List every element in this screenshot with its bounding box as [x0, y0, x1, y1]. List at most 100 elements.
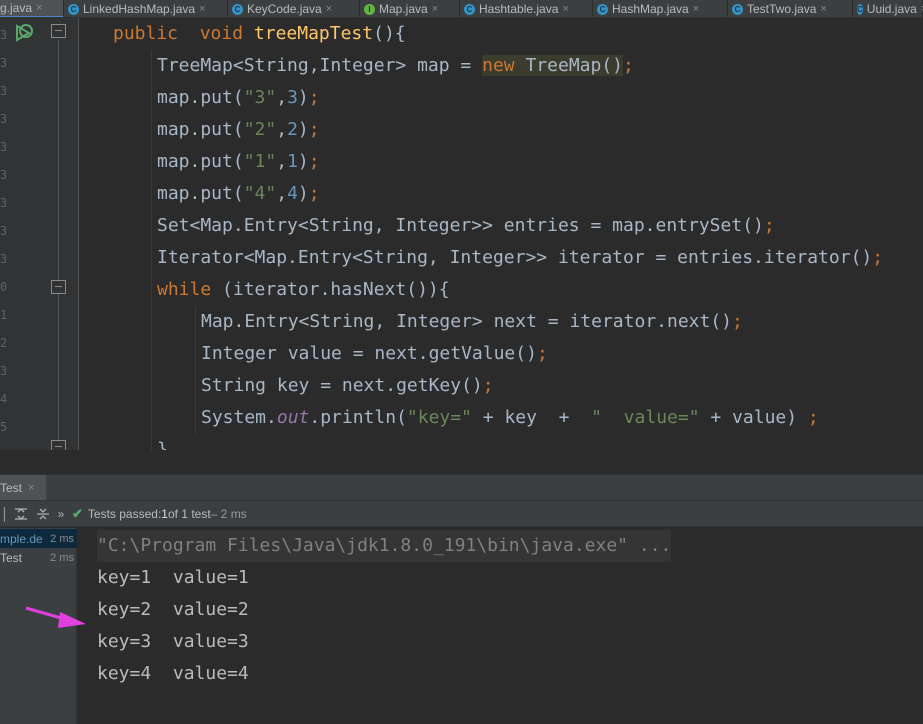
code-token: ) — [297, 87, 309, 108]
code-token: ) — [297, 151, 309, 172]
editor-tab-label: Uuid.java — [866, 2, 917, 16]
editor-tab[interactable]: C HashMap.java × — [593, 0, 728, 17]
code-line[interactable]: Map.Entry<String, Integer> next = iterat… — [201, 306, 743, 338]
code-token: ; — [872, 247, 884, 268]
editor-tab[interactable]: I Map.java × — [360, 0, 460, 17]
code-token: new — [482, 55, 526, 76]
fold-toggle-icon[interactable] — [51, 280, 66, 294]
editor-tab[interactable]: CUuid.java× — [853, 0, 923, 17]
code-token: map.put( — [157, 183, 244, 204]
code-line[interactable]: while (iterator.hasNext()){ — [157, 274, 450, 306]
fold-toggle-icon[interactable] — [51, 24, 66, 38]
code-token: .println( — [309, 407, 407, 428]
code-token: ; — [807, 407, 819, 428]
code-line[interactable]: Set<Map.Entry<String, Integer>> entries … — [157, 210, 775, 242]
code-token: treeMapTest — [253, 23, 374, 44]
code-token: TreeMap<String,Integer> map = — [157, 55, 483, 76]
test-tree-item-duration: 2 ms — [50, 551, 74, 564]
gutter-divider — [78, 18, 79, 450]
editor-tab-label: Map.java — [379, 2, 428, 16]
code-token: map.put( — [157, 87, 244, 108]
close-icon[interactable]: × — [199, 3, 205, 15]
class-icon: C — [857, 3, 863, 15]
toolbar-edge: │ — [1, 506, 9, 521]
code-token: "2" — [243, 119, 277, 140]
code-line[interactable]: map.put("1",1); — [157, 146, 320, 178]
code-line[interactable]: map.put("2",2); — [157, 114, 320, 146]
code-token: + value) — [699, 407, 808, 428]
code-token: (iterator.hasNext()){ — [222, 279, 450, 300]
code-token: + key + — [471, 407, 592, 428]
code-token: { — [394, 23, 406, 44]
code-line[interactable]: Integer value = next.getValue(); — [201, 338, 548, 370]
test-tree-item-duration: 2 ms — [50, 532, 74, 545]
run-test-icon[interactable] — [12, 22, 34, 44]
code-line[interactable]: TreeMap<String,Integer> map = new TreeMa… — [157, 50, 634, 82]
collapse-all-icon[interactable] — [32, 503, 54, 525]
code-line[interactable]: map.put("4",4); — [157, 178, 320, 210]
class-icon: C — [597, 3, 608, 15]
passed-check-icon: ✔ — [72, 505, 83, 521]
line-number: 6 — [0, 448, 10, 450]
code-token: TreeMap() — [525, 55, 624, 76]
code-token: ; — [482, 375, 494, 396]
line-number: 3 — [0, 168, 8, 182]
code-token: 3 — [287, 87, 298, 108]
tests-status: ✔ Tests passed: 1 of 1 test – 2 ms — [72, 506, 247, 522]
close-icon[interactable]: × — [820, 3, 826, 15]
code-token: , — [276, 87, 288, 108]
run-tab[interactable]: Test × — [0, 475, 46, 501]
test-tree-item-name: Test — [0, 550, 23, 565]
editor-tab[interactable]: C LinkedHashMap.java × — [64, 0, 228, 17]
code-line[interactable]: } — [157, 434, 168, 450]
line-number: 3 — [0, 112, 8, 126]
test-tree-item[interactable]: Test 2 ms — [0, 548, 77, 567]
expand-all-icon[interactable] — [10, 503, 32, 525]
code-line[interactable]: public void treeMapTest(){ — [113, 18, 406, 50]
code-line[interactable]: String key = next.getKey(); — [201, 370, 494, 402]
code-token: } — [157, 439, 168, 450]
console-output[interactable]: "C:\Program Files\Java\jdk1.8.0_191\bin\… — [78, 528, 923, 724]
editor-tab-bar: g.java × C LinkedHashMap.java × C KeyCode.java… — [0, 0, 923, 18]
console-command-line: "C:\Program Files\Java\jdk1.8.0_191\bin\… — [97, 530, 672, 562]
status-count: 1 — [161, 506, 168, 521]
close-icon[interactable]: × — [562, 3, 568, 15]
line-number: 3 — [0, 364, 8, 378]
code-line[interactable]: Iterator<Map.Entry<String, Integer>> ite… — [157, 242, 883, 274]
line-number: 3 — [0, 196, 8, 210]
code-token: String key = next.getKey() — [201, 375, 483, 396]
close-icon[interactable]: × — [693, 3, 699, 15]
code-line[interactable]: System.out.println("key=" + key + " valu… — [201, 402, 819, 434]
editor-tab-label: LinkedHashMap.java — [83, 2, 196, 16]
code-token: map.put( — [157, 151, 244, 172]
close-icon[interactable]: × — [36, 2, 42, 14]
code-editor[interactable]: 3 3 3 3 3 3 3 3 3 0 1 2 3 4 5 6 public void treeMapTest… — [0, 18, 923, 450]
more-actions-icon[interactable]: » — [54, 503, 68, 525]
code-line[interactable]: map.put("3",3); — [157, 82, 320, 114]
status-suffix: of 1 test — [167, 506, 211, 521]
class-icon: C — [232, 3, 243, 15]
editor-tab-label: g.java — [0, 1, 33, 15]
close-icon[interactable]: × — [28, 482, 34, 494]
code-token: ) — [297, 119, 309, 140]
interface-icon: I — [364, 3, 375, 15]
line-number: 2 — [0, 336, 8, 350]
editor-tab[interactable]: g.java × — [0, 0, 64, 17]
close-icon[interactable]: × — [326, 3, 332, 15]
code-token: 1 — [287, 151, 298, 172]
test-tree-item[interactable]: mple.de 2 ms — [0, 529, 77, 548]
fold-toggle-icon[interactable] — [51, 440, 66, 450]
code-token: "key=" — [406, 407, 472, 428]
close-icon[interactable]: × — [432, 3, 438, 15]
code-token: ; — [732, 311, 743, 332]
line-number: 3 — [0, 56, 8, 70]
editor-tab-label: Hashtable.java — [479, 2, 559, 16]
line-number: 3 — [0, 28, 8, 42]
editor-tab[interactable]: C KeyCode.java × — [228, 0, 360, 17]
line-number: 3 — [0, 252, 8, 266]
code-token: public void — [113, 23, 254, 44]
editor-tab[interactable]: C Hashtable.java × — [460, 0, 593, 17]
code-token: Iterator<Map.Entry<String, Integer>> ite… — [157, 247, 873, 268]
editor-tab-label: HashMap.java — [612, 2, 689, 16]
editor-tab[interactable]: C TestTwo.java × — [728, 0, 853, 17]
